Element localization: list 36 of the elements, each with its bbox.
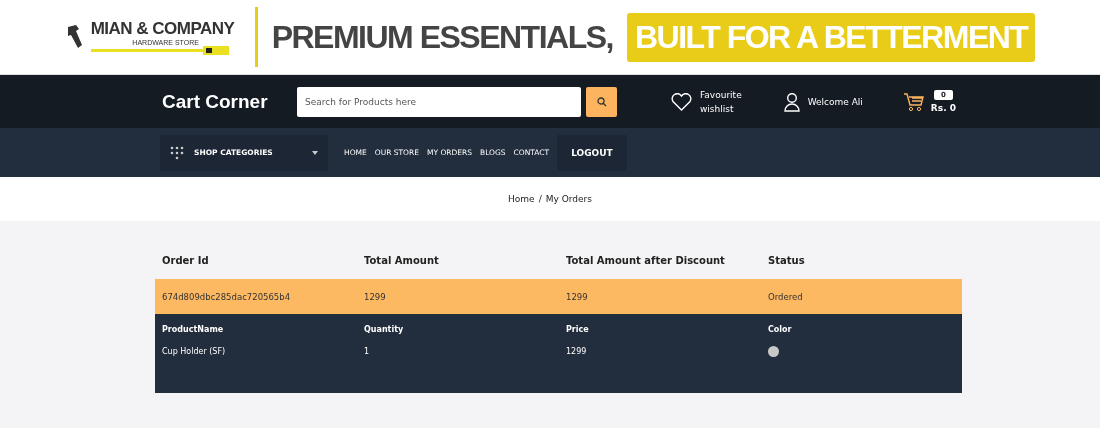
column-header: Quantity (364, 324, 405, 334)
user-icon[interactable] (783, 91, 800, 112)
logout-button[interactable]: LOGOUT (557, 134, 627, 171)
cart-total: Rs. 0 (930, 103, 956, 113)
heart-icon[interactable] (671, 92, 692, 111)
column-header: Price (566, 324, 590, 334)
table-cell-text: 1299 (566, 346, 588, 356)
breadcrumb-separator: / (538, 194, 542, 204)
table-cell-text: Cup Holder (SF) (162, 346, 227, 356)
breadcrumb-link[interactable]: Home (508, 194, 535, 204)
search-field[interactable]: Search for Products here (297, 86, 581, 117)
brand-name: MIAN & COMPANY (90, 19, 235, 39)
site-logo[interactable]: Cart Corner (162, 90, 297, 113)
account-link[interactable]: Welcome Ali (807, 96, 863, 107)
table-cell-text: 674d809dbc285dac720565b4 (162, 291, 292, 302)
column-header: Total Amount after Discount (566, 254, 726, 266)
order-row[interactable]: 674d809dbc285dac720565b4 1299 1299 Ordered (155, 279, 962, 314)
search-button[interactable] (586, 86, 617, 117)
table-cell-text: 1 (364, 346, 371, 356)
banner-highlight: BUILT FOR A BETTERMENT (626, 12, 1036, 62)
cart-icon[interactable] (902, 91, 925, 112)
table-cell-text: Ordered (768, 291, 804, 302)
table-cell-text: 1299 (566, 291, 589, 302)
column-header: Order Id (162, 254, 210, 266)
breadcrumb-current: My Orders (545, 194, 592, 204)
column-header: Total Amount (364, 254, 440, 266)
grid-dots-icon (170, 145, 184, 160)
column-header: Color (768, 324, 793, 334)
wishlist-link[interactable]: Favourite (700, 87, 742, 102)
caret-icon (312, 150, 318, 155)
search-icon (596, 96, 607, 107)
column-header: ProductName (162, 324, 225, 334)
wishlist-link[interactable]: wishlist (700, 101, 742, 116)
column-header: Status (768, 254, 806, 266)
table-cell-text: 1299 (364, 291, 387, 302)
banner-headline: PREMIUM ESSENTIALS, (271, 18, 613, 56)
